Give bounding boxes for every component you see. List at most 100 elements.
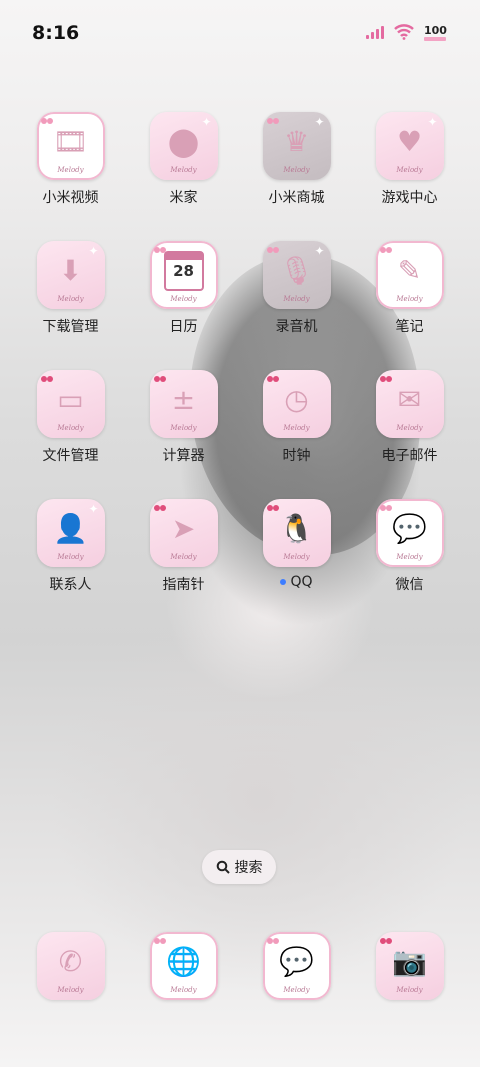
app-compass[interactable]: ➤ Melody 指南针 — [127, 499, 240, 594]
dock-messages[interactable]: ✦ 💬 Melody — [240, 932, 353, 1000]
sparkle-decoration: ✦ — [427, 502, 438, 516]
sparkle-decoration: ✦ — [427, 115, 438, 129]
app-download-gear[interactable]: ✦ ⬇ Melody 下载管理 — [14, 241, 127, 336]
app-label-text: 小米视频 — [42, 190, 99, 206]
app-label: QQ — [280, 574, 313, 590]
app-crown[interactable]: ✦ ♛ Melody 小米商城 — [240, 112, 353, 207]
brand-watermark: Melody — [283, 986, 310, 994]
brand-watermark: Melody — [396, 986, 423, 994]
app-folder[interactable]: ▭ Melody 文件管理 — [14, 370, 127, 465]
calendar-date: 28 — [173, 262, 194, 280]
app-clock[interactable]: ◷ Melody 时钟 — [240, 370, 353, 465]
cherry-decoration — [153, 373, 168, 383]
flower-decoration — [266, 244, 281, 254]
app-label: 小米商城 — [269, 187, 325, 207]
icon-glyph: 👤 — [53, 512, 88, 545]
icon-glyph: 🎞 — [52, 125, 89, 158]
sparkle-decoration: ✦ — [201, 115, 212, 129]
brand-watermark: Melody — [283, 553, 310, 561]
app-mijia[interactable]: ✦ ⬤ Melody 米家 — [127, 112, 240, 207]
app-label-text: 计算器 — [162, 448, 205, 464]
brand-watermark: Melody — [57, 295, 84, 303]
app-label: 时钟 — [283, 445, 311, 465]
app-qq-penguin[interactable]: 🐧 Melody QQ — [240, 499, 353, 594]
sparkle-decoration: ✦ — [314, 935, 325, 949]
app-label-text: 小米商城 — [268, 190, 325, 206]
icon-glyph: ⬇ — [58, 254, 83, 287]
app-label: 文件管理 — [43, 445, 99, 465]
app-label-text: 时钟 — [282, 448, 311, 464]
icon-glyph: ➤ — [171, 512, 196, 545]
app-notes[interactable]: ✦ ✎ Melody 笔记 — [353, 241, 466, 336]
status-bar: 8:16 100 — [0, 0, 480, 68]
sparkle-decoration: ✦ — [314, 244, 325, 258]
app-calendar[interactable]: ✦ 28 Melody 日历 — [127, 241, 240, 336]
sparkle-decoration: ✦ — [201, 935, 212, 949]
icon-glyph: 📷 — [392, 945, 427, 978]
dock-camera[interactable]: 📷 Melody — [353, 932, 466, 1000]
icon-glyph: 💬 — [392, 512, 427, 545]
app-label-text: 录音机 — [275, 319, 318, 335]
app-label: 下载管理 — [43, 316, 99, 336]
cherry-decoration — [153, 502, 168, 512]
app-grid: ✦ 🎞 Melody 小米视频 ✦ ⬤ Melody 米家 ✦ ♛ Melody 小米商城 ✦ ♥ Melo… — [14, 112, 466, 594]
wechat-icon: ✦ 💬 Melody — [375, 499, 444, 567]
brand-watermark: Melody — [283, 424, 310, 432]
icon-glyph: ✆ — [58, 945, 83, 978]
mail-icon: ✉ Melody — [375, 370, 444, 438]
app-label-text: 文件管理 — [42, 448, 99, 464]
app-label-text: 微信 — [395, 577, 424, 593]
search-button[interactable]: 搜索 — [202, 850, 276, 884]
app-mail[interactable]: ✉ Melody 电子邮件 — [353, 370, 466, 465]
icon-glyph: 🎙 — [278, 254, 315, 287]
cherry-decoration — [266, 502, 281, 512]
app-label: 游戏中心 — [382, 187, 438, 207]
flower-decoration — [379, 502, 394, 512]
icon-glyph: ✎ — [397, 254, 422, 287]
flower-decoration — [153, 935, 168, 945]
flower-decoration — [40, 115, 55, 125]
app-contacts[interactable]: ✦ 👤 Melody 联系人 — [14, 499, 127, 594]
folder-icon: ▭ Melody — [36, 370, 105, 438]
app-label: 录音机 — [276, 316, 318, 336]
app-label-text: 下载管理 — [42, 319, 99, 335]
compass-icon: ➤ Melody — [149, 499, 218, 567]
app-label: 日历 — [170, 316, 198, 336]
brand-watermark: Melody — [57, 166, 84, 174]
cherry-decoration — [266, 373, 281, 383]
cherry-decoration — [379, 935, 394, 945]
icon-glyph: ✉ — [397, 383, 422, 416]
app-label: 指南针 — [163, 574, 205, 594]
app-heart-drip[interactable]: ✦ ♥ Melody 游戏中心 — [353, 112, 466, 207]
clock-icon: ◷ Melody — [262, 370, 331, 438]
app-label-text: 日历 — [169, 319, 198, 335]
app-label-text: 游戏中心 — [381, 190, 438, 206]
mijia-icon: ✦ ⬤ Melody — [149, 112, 218, 180]
status-time: 8:16 — [32, 22, 80, 44]
app-film-reel[interactable]: ✦ 🎞 Melody 小米视频 — [14, 112, 127, 207]
app-label: 联系人 — [50, 574, 92, 594]
app-calculator[interactable]: ± Melody 计算器 — [127, 370, 240, 465]
messages-icon: ✦ 💬 Melody — [262, 932, 331, 1000]
brand-watermark: Melody — [170, 553, 197, 561]
icon-glyph: 🐧 — [279, 512, 314, 545]
app-microphone[interactable]: ✦ 🎙 Melody 录音机 — [240, 241, 353, 336]
new-indicator-dot — [280, 579, 287, 585]
dock-phone[interactable]: ✆ Melody — [14, 932, 127, 1000]
calculator-icon: ± Melody — [149, 370, 218, 438]
app-wechat[interactable]: ✦ 💬 Melody 微信 — [353, 499, 466, 594]
search-label: 搜索 — [234, 860, 263, 876]
sparkle-decoration: ✦ — [427, 244, 438, 258]
app-label: 计算器 — [163, 445, 205, 465]
qq-penguin-icon: 🐧 Melody — [262, 499, 331, 567]
brand-watermark: Melody — [283, 295, 310, 303]
dock-browser[interactable]: ✦ 🌐 Melody — [127, 932, 240, 1000]
sparkle-decoration: ✦ — [314, 115, 325, 129]
sparkle-decoration: ✦ — [88, 115, 99, 129]
app-label: 微信 — [396, 574, 424, 594]
app-label: 电子邮件 — [382, 445, 438, 465]
app-label-text: 米家 — [169, 190, 198, 206]
notes-icon: ✦ ✎ Melody — [375, 241, 444, 309]
cherry-decoration — [379, 373, 394, 383]
icon-glyph: ± — [171, 383, 196, 416]
